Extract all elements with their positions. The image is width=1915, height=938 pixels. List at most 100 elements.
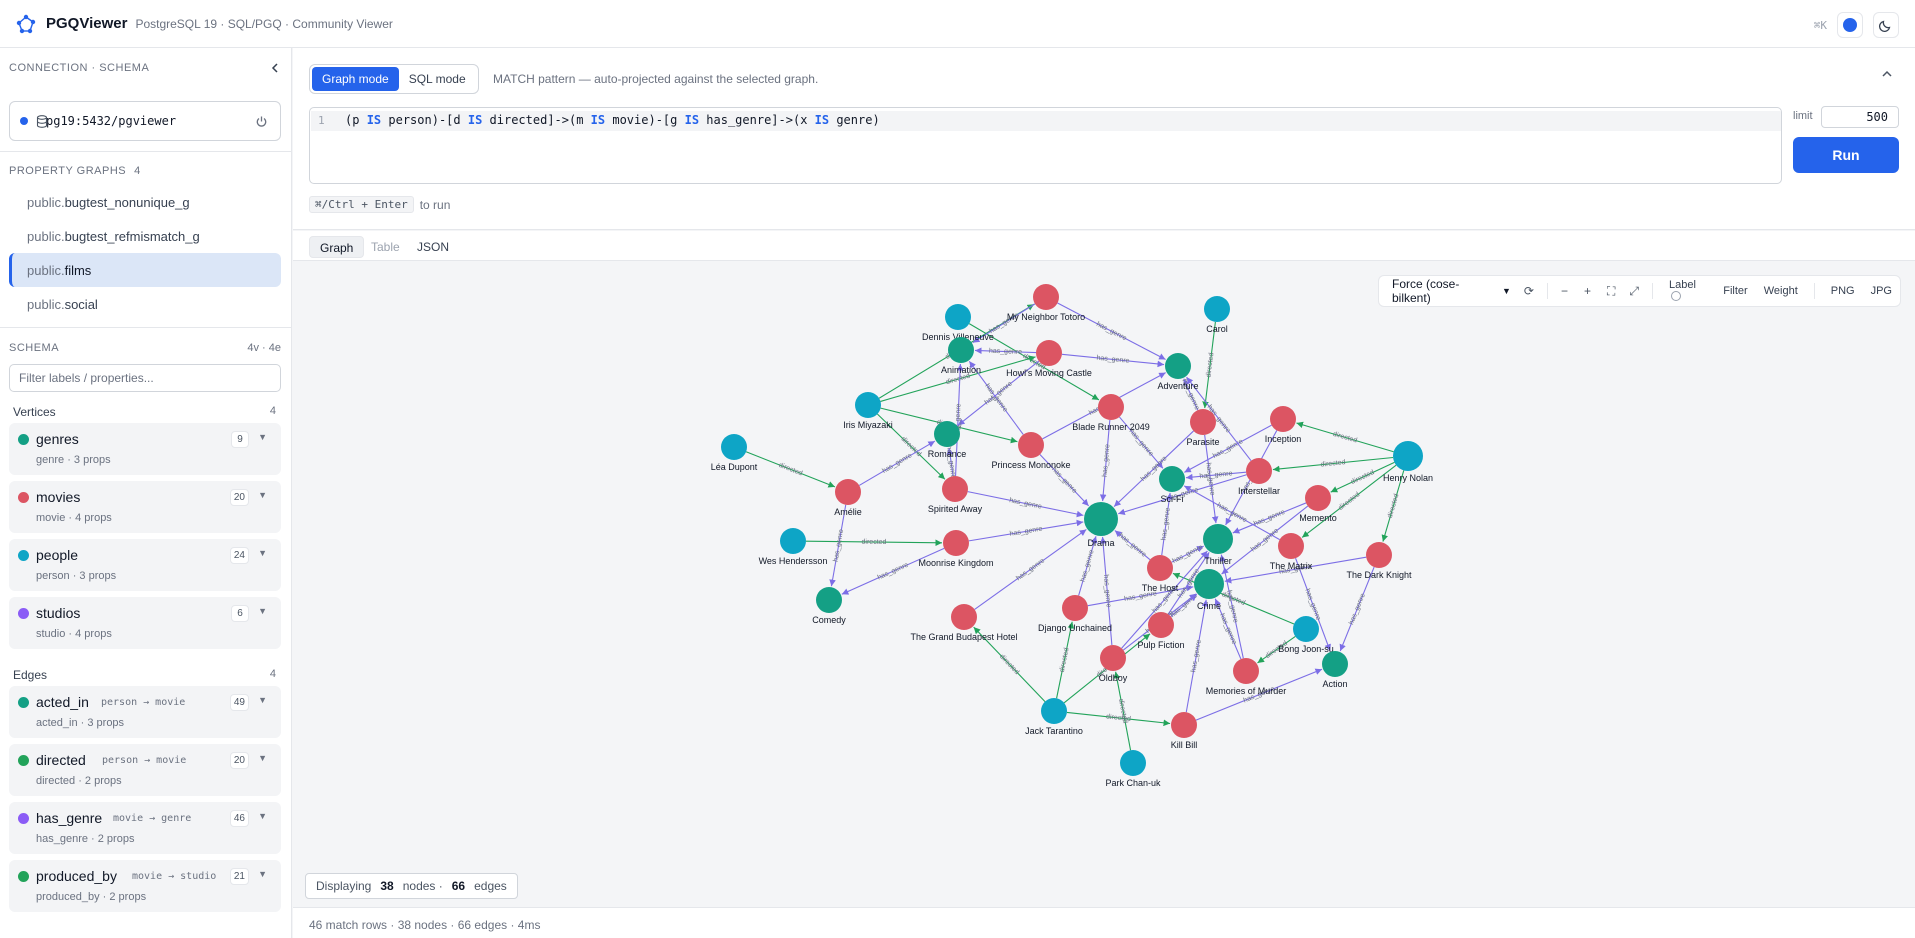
accent-color-button[interactable]	[1837, 12, 1863, 38]
node-circle[interactable]	[1171, 712, 1197, 738]
graph-node-movie[interactable]: Howl's Moving Castle	[1006, 340, 1092, 378]
node-circle[interactable]	[1148, 612, 1174, 638]
graph-item-bugtest-refmismatch[interactable]: public. bugtest_refmismatch_g	[9, 219, 281, 253]
edge-label-produced-by[interactable]: produced_by movie → studio produced_by ·…	[9, 860, 281, 912]
run-button[interactable]: Run	[1793, 137, 1899, 173]
node-circle[interactable]	[1293, 616, 1319, 642]
graph-node-genre[interactable]: Comedy	[812, 587, 846, 625]
graph-node-genre[interactable]: Thriller	[1203, 524, 1233, 566]
node-circle[interactable]	[1270, 406, 1296, 432]
graph-node-movie[interactable]: Oldboy	[1099, 645, 1128, 683]
chevron-down-icon[interactable]: ▼	[258, 811, 267, 821]
node-circle[interactable]	[1036, 340, 1062, 366]
export-png-button[interactable]: PNG	[1823, 285, 1863, 297]
node-circle[interactable]	[1098, 394, 1124, 420]
graph-node-movie[interactable]: Pulp Fiction	[1137, 612, 1185, 650]
chevron-down-icon[interactable]: ▼	[258, 695, 267, 705]
node-circle[interactable]	[780, 528, 806, 554]
node-circle[interactable]	[1120, 750, 1146, 776]
tab-table[interactable]: Table	[361, 236, 410, 258]
node-circle[interactable]	[1084, 502, 1118, 536]
chevron-down-icon[interactable]: ▼	[258, 753, 267, 763]
graph-node-person[interactable]: Jack Tarantino	[1025, 698, 1083, 736]
graph-svg[interactable]: directed directed directed directed directed…	[293, 262, 1915, 907]
node-circle[interactable]	[1100, 645, 1126, 671]
edge-label-directed[interactable]: directed person → movie directed · 2 pro…	[9, 744, 281, 796]
graph-node-movie[interactable]: Inception	[1265, 406, 1302, 444]
node-circle[interactable]	[1190, 409, 1216, 435]
graph-node-genre[interactable]: Drama	[1084, 502, 1118, 548]
zoom-in-icon[interactable]: +	[1579, 284, 1596, 298]
node-circle[interactable]	[1278, 533, 1304, 559]
schema-filter-input[interactable]	[9, 364, 281, 392]
graph-node-movie[interactable]: The Dark Knight	[1346, 542, 1412, 580]
node-circle[interactable]	[835, 479, 861, 505]
graph-node-movie[interactable]: Memories of Murder	[1206, 658, 1287, 696]
export-jpg-button[interactable]: JPG	[1863, 285, 1900, 297]
graph-node-genre[interactable]: Sci-Fi	[1159, 466, 1185, 504]
fullscreen-icon[interactable]: ⤢	[1624, 284, 1644, 299]
node-circle[interactable]	[1203, 524, 1233, 554]
connection-selector[interactable]: pg19:5432/pgviewer	[9, 101, 281, 141]
tab-json[interactable]: JSON	[407, 236, 459, 258]
graph-node-person[interactable]: Bong Joon-su	[1278, 616, 1334, 654]
graph-node-person[interactable]: Dennis Villeneuve	[922, 304, 994, 342]
node-circle[interactable]	[855, 392, 881, 418]
graph-mode-button[interactable]: Graph mode	[312, 67, 399, 91]
graph-node-genre[interactable]: Crime	[1194, 569, 1224, 611]
graph-node-genre[interactable]: Action	[1322, 651, 1348, 689]
refresh-icon[interactable]: ⟳	[1519, 284, 1539, 298]
graph-item-films[interactable]: public. films	[9, 253, 281, 287]
node-circle[interactable]	[1322, 651, 1348, 677]
graph-node-movie[interactable]: Spirited Away	[928, 476, 983, 514]
graph-node-person[interactable]: Henry Nolan	[1383, 441, 1433, 483]
graph-node-movie[interactable]: My Neighbor Totoro	[1007, 284, 1085, 322]
node-circle[interactable]	[1165, 353, 1191, 379]
node-circle[interactable]	[816, 587, 842, 613]
node-circle[interactable]	[934, 421, 960, 447]
node-circle[interactable]	[1233, 658, 1259, 684]
node-circle[interactable]	[1393, 441, 1423, 471]
layout-select[interactable]: Force (cose-bilkent) ▼	[1392, 277, 1511, 305]
graph-node-person[interactable]: Iris Miyazaki	[843, 392, 893, 430]
graph-canvas[interactable]: directed directed directed directed directed…	[293, 262, 1915, 907]
chevron-down-icon[interactable]: ▼	[258, 606, 267, 616]
collapse-sidebar-icon[interactable]	[269, 62, 281, 74]
vertex-label-people[interactable]: people person · 3 props 24 ▼	[9, 539, 281, 591]
command-palette-shortcut[interactable]: ⌘K	[1814, 19, 1827, 32]
node-circle[interactable]	[943, 530, 969, 556]
node-circle[interactable]	[1018, 432, 1044, 458]
graph-node-person[interactable]: Carol	[1204, 296, 1230, 334]
node-circle[interactable]	[1204, 296, 1230, 322]
graph-node-movie[interactable]: Blade Runner 2049	[1072, 394, 1150, 432]
fit-view-icon[interactable]: ⛶	[1602, 284, 1620, 299]
graph-node-person[interactable]: Wes Hendersson	[759, 528, 828, 566]
graph-node-movie[interactable]: Amélie	[834, 479, 862, 517]
chevron-down-icon[interactable]: ▼	[258, 490, 267, 500]
graph-node-movie[interactable]: Moonrise Kingdom	[918, 530, 994, 568]
graph-node-movie[interactable]: Memento	[1299, 485, 1337, 523]
node-circle[interactable]	[1305, 485, 1331, 511]
power-icon[interactable]	[255, 115, 268, 128]
graph-node-person[interactable]: Park Chan-uk	[1105, 750, 1161, 788]
query-code[interactable]: (p IS person)-[d IS directed]->(m IS mov…	[345, 113, 880, 127]
sql-mode-button[interactable]: SQL mode	[399, 67, 476, 91]
node-circle[interactable]	[1041, 698, 1067, 724]
node-circle[interactable]	[951, 604, 977, 630]
edge-label-acted-in[interactable]: acted_in person → movie acted_in · 3 pro…	[9, 686, 281, 738]
vertex-label-studios[interactable]: studios studio · 4 props 6 ▼	[9, 597, 281, 649]
graph-node-movie[interactable]: The Grand Budapest Hotel	[910, 604, 1018, 642]
node-circle[interactable]	[1033, 284, 1059, 310]
zoom-out-icon[interactable]: −	[1556, 284, 1573, 298]
vertex-label-genres[interactable]: genres genre · 3 props 9 ▼	[9, 423, 281, 475]
graph-node-person[interactable]: Léa Dupont	[711, 434, 758, 472]
node-circle[interactable]	[1062, 595, 1088, 621]
node-circle[interactable]	[1366, 542, 1392, 568]
label-toggle[interactable]: Label	[1661, 279, 1715, 303]
node-circle[interactable]	[948, 337, 974, 363]
graph-item-social[interactable]: public. social	[9, 287, 281, 321]
node-circle[interactable]	[945, 304, 971, 330]
chevron-up-icon[interactable]	[1881, 68, 1893, 80]
graph-node-movie[interactable]: Interstellar	[1238, 458, 1280, 496]
limit-input[interactable]	[1821, 106, 1899, 128]
